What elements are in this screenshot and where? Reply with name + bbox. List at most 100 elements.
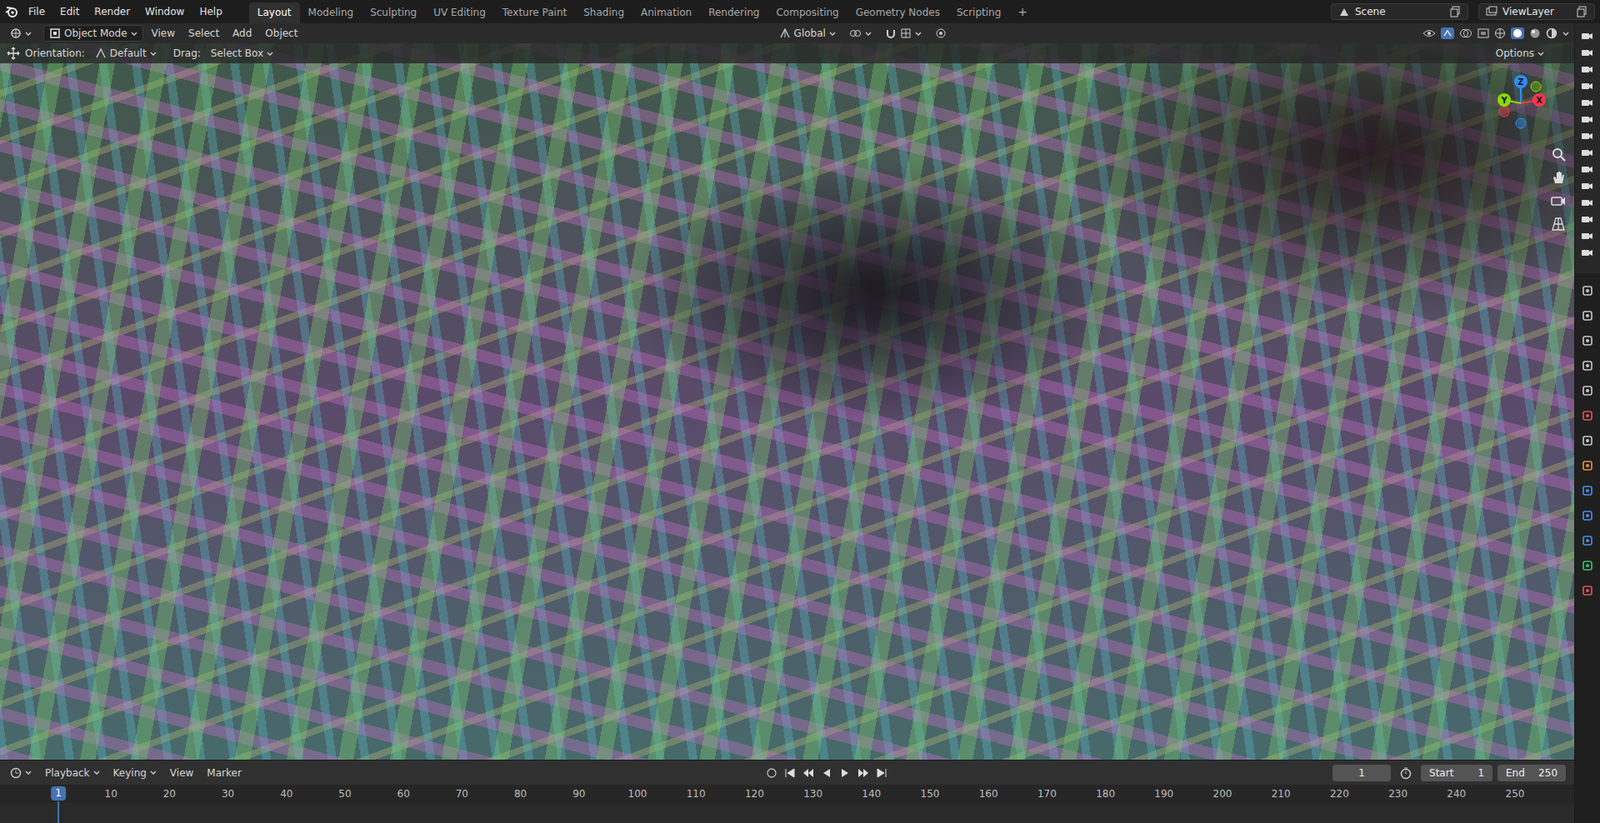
header-menu[interactable]: Object (260, 25, 303, 41)
property-tab-icon[interactable] (1581, 485, 1594, 497)
perspective-grid-icon[interactable] (1550, 216, 1566, 232)
timeline-menu[interactable]: Marker (201, 765, 246, 781)
proportional-edit-button[interactable] (930, 25, 952, 41)
properties-tab[interactable] (1578, 531, 1597, 550)
properties-tab[interactable] (1578, 381, 1597, 400)
workspace-tab[interactable]: Geometry Nodes (847, 2, 949, 24)
render-camera-icon[interactable] (1580, 30, 1595, 44)
property-tab-icon[interactable] (1581, 535, 1594, 547)
properties-tab[interactable] (1578, 331, 1597, 350)
scene-name[interactable]: Scene (1355, 5, 1445, 18)
timeline-menu[interactable]: Keying (108, 765, 162, 781)
blender-logo-icon[interactable] (5, 4, 20, 20)
workspace-tab[interactable]: Layout (249, 2, 300, 24)
properties-tab[interactable] (1578, 356, 1597, 375)
timeline-ruler[interactable]: 1020304050607080901001101201301401501601… (0, 785, 1575, 823)
visibility-icon[interactable] (1422, 27, 1436, 40)
render-camera-icon[interactable] (1580, 46, 1595, 60)
property-tab-icon[interactable] (1581, 560, 1594, 572)
properties-tab[interactable] (1578, 406, 1597, 425)
mode-dropdown[interactable]: Object Mode (43, 25, 144, 42)
menu-item[interactable]: Help (192, 3, 229, 20)
hand-pan-icon[interactable] (1550, 170, 1566, 185)
transform-orientation[interactable]: Global (794, 27, 826, 40)
header-menu[interactable]: View (146, 25, 180, 41)
render-camera-icon[interactable] (1580, 113, 1595, 127)
timeline-menu-label[interactable]: Keying (113, 767, 147, 780)
overlay-icon[interactable] (1459, 27, 1473, 40)
menu-item[interactable]: Render (87, 3, 137, 20)
workspace-tab[interactable]: Rendering (700, 2, 768, 24)
header-menu[interactable]: Add (227, 25, 257, 41)
property-tab-icon[interactable] (1581, 410, 1594, 422)
workspace-tab[interactable]: Shading (575, 2, 633, 24)
gizmo-toggle-icon[interactable] (1440, 27, 1455, 40)
add-workspace-button[interactable]: + (1009, 0, 1036, 24)
menu-item[interactable]: File (21, 3, 52, 20)
play-icon[interactable] (839, 767, 851, 780)
property-tab-icon[interactable] (1581, 310, 1594, 322)
jump-end-icon[interactable] (875, 767, 888, 780)
pivot-button[interactable] (844, 25, 877, 41)
end-value[interactable]: 250 (1538, 767, 1558, 780)
property-tab-icon[interactable] (1581, 385, 1594, 397)
timeline-menu[interactable]: Playback (40, 765, 105, 781)
render-camera-icon[interactable] (1580, 80, 1595, 94)
workspace-tab[interactable]: UV Editing (425, 2, 495, 24)
properties-tab[interactable] (1578, 556, 1597, 575)
jump-start-icon[interactable] (784, 767, 796, 780)
render-camera-icon[interactable] (1580, 213, 1595, 227)
start-frame-field[interactable]: Start1 (1420, 765, 1493, 782)
properties-tab[interactable] (1578, 456, 1597, 475)
properties-tab[interactable] (1578, 581, 1597, 600)
property-tab-icon[interactable] (1581, 335, 1594, 347)
header-menu[interactable]: Select (183, 25, 225, 41)
snap-button[interactable] (880, 25, 927, 41)
current-frame-value[interactable]: 1 (1358, 767, 1365, 780)
3d-viewport[interactable]: Orientation:DefaultDrag:Select BoxOption… (0, 43, 1575, 760)
render-camera-icon[interactable] (1580, 180, 1595, 194)
move-tool-icon[interactable] (6, 46, 20, 60)
drag-value[interactable]: Select Box (210, 47, 264, 60)
properties-tab[interactable] (1578, 306, 1597, 325)
render-camera-icon[interactable] (1580, 246, 1595, 260)
navigation-gizmo[interactable]: ZXY (1489, 71, 1553, 135)
menu-item[interactable]: Window (138, 3, 191, 20)
properties-tab[interactable] (1578, 481, 1597, 500)
workspace-tab[interactable]: Texture Paint (494, 2, 575, 24)
camera-view-icon[interactable] (1550, 193, 1566, 209)
mode-label[interactable]: Object Mode (64, 27, 128, 40)
view-layer-selector[interactable]: ViewLayer (1478, 3, 1595, 20)
orientation-value[interactable]: Default (110, 47, 147, 60)
transform-orientation-dropdown[interactable]: Global (774, 25, 841, 41)
workspace-tab[interactable]: Sculpting (361, 2, 425, 24)
timeline-menu[interactable]: View (165, 765, 199, 781)
stopwatch-icon[interactable] (1399, 766, 1413, 780)
render-camera-icon[interactable] (1580, 63, 1595, 77)
workspace-tab[interactable]: Compositing (767, 2, 847, 24)
gizmo-axis[interactable]: X (1532, 93, 1546, 107)
end-frame-field[interactable]: End250 (1497, 765, 1566, 782)
render-camera-icon[interactable] (1580, 146, 1595, 160)
zoom-icon[interactable] (1550, 146, 1566, 162)
record-icon[interactable] (765, 767, 778, 780)
xray-icon[interactable] (1477, 27, 1490, 40)
timeline-menu-label[interactable]: Playback (45, 767, 90, 780)
properties-tab[interactable] (1578, 506, 1597, 525)
scene-selector[interactable]: Scene (1330, 3, 1469, 20)
workspace-tab[interactable]: Scripting (948, 2, 1010, 24)
property-tab-icon[interactable] (1581, 460, 1594, 472)
property-tab-icon[interactable] (1581, 435, 1594, 447)
render-camera-icon[interactable] (1580, 230, 1595, 244)
start-value[interactable]: 1 (1477, 767, 1485, 780)
property-tab-icon[interactable] (1581, 360, 1594, 372)
prev-keyframe-icon[interactable] (802, 767, 815, 780)
properties-tab[interactable] (1578, 431, 1597, 450)
drag-dropdown[interactable]: Select Box (205, 45, 279, 61)
shading-material-icon[interactable] (1529, 27, 1541, 40)
playhead[interactable]: 1 (50, 786, 66, 801)
shading-rendered-icon[interactable] (1545, 27, 1558, 40)
render-camera-icon[interactable] (1580, 163, 1595, 177)
workspace-tab[interactable]: Animation (632, 2, 700, 24)
editor-type-button[interactable] (5, 25, 37, 41)
